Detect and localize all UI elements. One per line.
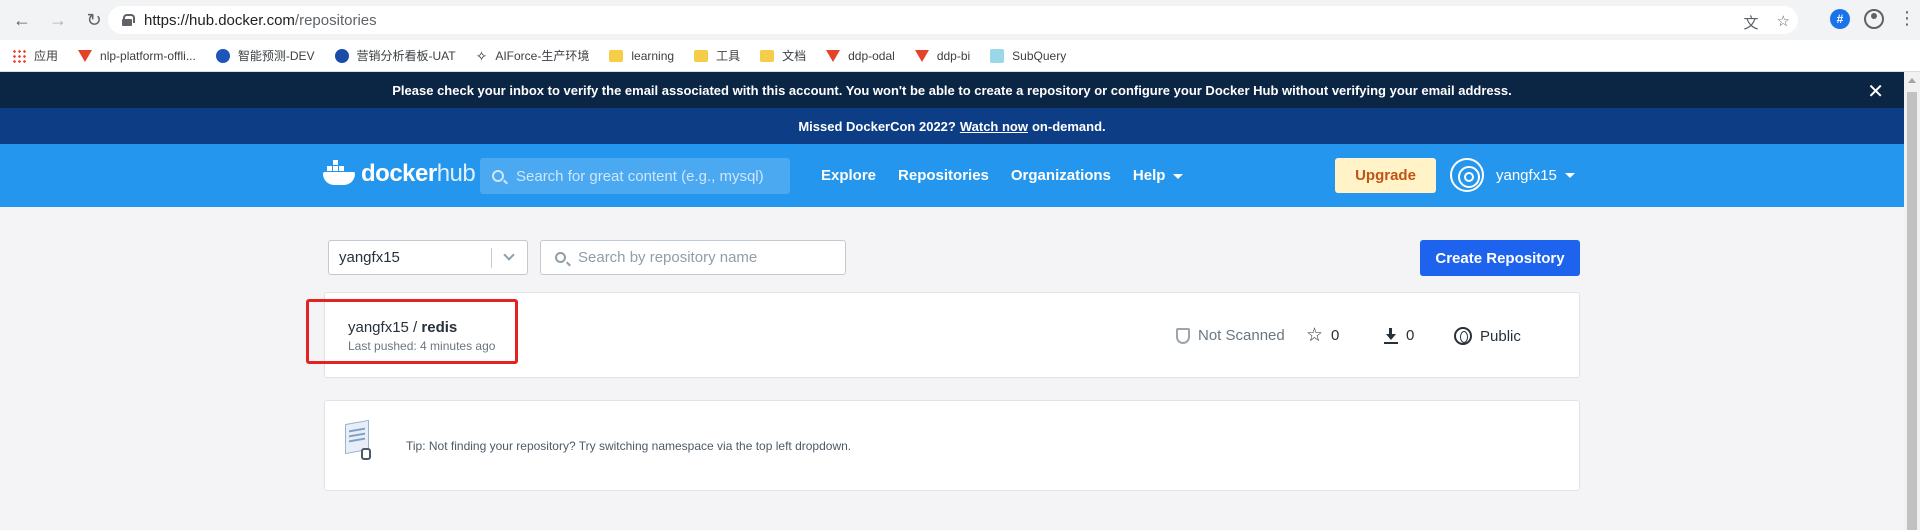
repository-search-placeholder: Search by repository name — [578, 249, 758, 266]
global-search-input[interactable]: Search for great content (e.g., mysql) — [480, 158, 790, 194]
nav-help[interactable]: Help — [1133, 167, 1184, 184]
extension-icon[interactable]: # — [1830, 8, 1850, 29]
dockercon-prefix: Missed DockerCon 2022? — [798, 118, 956, 134]
scan-status-text: Not Scanned — [1198, 327, 1285, 344]
nav-organizations[interactable]: Organizations — [1011, 167, 1111, 184]
user-menu[interactable]: yangfx15 — [1450, 158, 1575, 192]
profile-icon[interactable] — [1864, 8, 1884, 29]
namespace-select[interactable]: yangfx15 — [328, 240, 528, 275]
reload-icon[interactable]: ↻ — [80, 6, 108, 34]
menu-kebab-icon[interactable]: ⋮ — [1898, 8, 1916, 29]
username: yangfx15 — [1496, 166, 1557, 184]
create-repository-button[interactable]: Create Repository — [1420, 240, 1580, 276]
bookmarks-bar: 应用 nlp-platform-offli... 智能预测-DEV 营销分析看板… — [0, 40, 1920, 72]
repository-namespace: yangfx15 — [348, 319, 409, 336]
global-search-placeholder: Search for great content (e.g., mysql) — [516, 167, 764, 185]
visibility-text: Public — [1480, 327, 1521, 345]
logo-hub-text: hub — [436, 160, 476, 187]
subquery-icon — [990, 48, 1005, 63]
aiforce-icon: ✧ — [475, 47, 488, 64]
stars-value: 0 — [1331, 327, 1340, 344]
logo-docker-text: docker — [361, 160, 437, 187]
bookmark-nlp-platform[interactable]: nlp-platform-offli... — [78, 49, 196, 63]
search-icon — [555, 252, 566, 263]
search-icon — [492, 170, 504, 182]
bookmark-apps[interactable]: 应用 — [12, 47, 58, 64]
tip-illustration-icon — [345, 419, 375, 464]
scroll-up-arrow-icon[interactable] — [1908, 78, 1916, 83]
apps-icon — [12, 48, 26, 63]
nav-explore[interactable]: Explore — [821, 167, 876, 184]
globe-icon — [1454, 327, 1472, 345]
address-bar[interactable]: https://hub.docker.com/repositories 文 ☆ — [108, 6, 1798, 34]
chevron-down-icon — [1564, 172, 1575, 178]
bookmark-aiforce[interactable]: ✧ AIForce-生产环境 — [476, 47, 590, 64]
bookmark-subquery[interactable]: SubQuery — [990, 48, 1066, 63]
visibility: Public — [1454, 327, 1521, 345]
browser-toolbar: ← → ↻ https://hub.docker.com/repositorie… — [0, 0, 1920, 40]
docker-whale-icon — [323, 160, 357, 188]
bookmark-learning[interactable]: learning — [609, 49, 674, 63]
back-arrow-icon[interactable]: ← — [8, 6, 36, 34]
site-icon — [215, 48, 230, 63]
close-icon[interactable]: ✕ — [1867, 79, 1884, 104]
bookmark-ddp-bi[interactable]: ddp-bi — [914, 49, 970, 63]
nav-help-label: Help — [1132, 167, 1166, 184]
url-path: /repositories — [294, 11, 377, 29]
repository-short-name: redis — [421, 319, 458, 336]
chevron-down-icon — [503, 249, 515, 261]
bookmark-ddp-odal[interactable]: ddp-odal — [826, 49, 895, 63]
namespace-value: yangfx15 — [339, 249, 400, 266]
translate-icon[interactable]: 文 — [1744, 12, 1759, 33]
bookmark-marketing-uat[interactable]: 营销分析看板-UAT — [334, 47, 456, 64]
repository-name[interactable]: yangfx15 / redis — [348, 319, 457, 336]
url-host: https://hub.docker.com — [144, 11, 295, 29]
lock-icon — [122, 14, 135, 26]
upgrade-button[interactable]: Upgrade — [1335, 158, 1436, 193]
chevron-down-icon — [1173, 173, 1184, 179]
shield-icon — [1176, 327, 1190, 344]
watch-now-link[interactable]: Watch now — [960, 119, 1028, 134]
dockerhub-header: dockerhub Search for great content (e.g.… — [0, 144, 1904, 207]
dockercon-banner: Missed DockerCon 2022? Watch now on-dema… — [0, 108, 1904, 144]
gitlab-icon — [78, 49, 93, 62]
page-scrollbar[interactable] — [1904, 72, 1920, 530]
dockercon-suffix: on-demand. — [1031, 118, 1106, 134]
gitlab-icon — [826, 49, 841, 62]
verify-email-banner: Please check your inbox to verify the em… — [0, 72, 1904, 108]
repository-separator: / — [408, 319, 422, 336]
verify-email-text: Please check your inbox to verify the em… — [392, 82, 1512, 98]
repository-search-input[interactable]: Search by repository name — [540, 240, 846, 275]
nav-repositories[interactable]: Repositories — [898, 167, 989, 184]
stars-count: ☆ 0 — [1306, 324, 1340, 346]
bookmark-star-icon[interactable]: ☆ — [1777, 12, 1790, 33]
pulls-count: 0 — [1384, 327, 1414, 344]
scan-status: Not Scanned — [1176, 327, 1285, 344]
forward-arrow-icon[interactable]: → — [44, 6, 72, 34]
pulls-value: 0 — [1406, 327, 1415, 344]
folder-icon — [760, 49, 775, 62]
gitlab-icon — [914, 49, 929, 62]
last-pushed: Last pushed: 4 minutes ago — [348, 339, 496, 353]
bookmark-docs[interactable]: 文档 — [760, 47, 806, 64]
tip-text: Tip: Not finding your repository? Try sw… — [406, 439, 852, 453]
fingerprint-avatar-icon — [1450, 158, 1484, 192]
folder-icon — [609, 49, 624, 62]
folder-icon — [694, 49, 709, 62]
dockerhub-logo[interactable]: dockerhub — [323, 160, 476, 188]
bookmark-predict-dev[interactable]: 智能预测-DEV — [215, 47, 315, 64]
select-divider — [491, 248, 492, 268]
scrollbar-thumb[interactable] — [1907, 92, 1917, 530]
site-icon — [334, 48, 349, 63]
download-icon — [1384, 327, 1398, 344]
star-icon: ☆ — [1306, 324, 1324, 346]
bookmark-tools[interactable]: 工具 — [694, 47, 740, 64]
